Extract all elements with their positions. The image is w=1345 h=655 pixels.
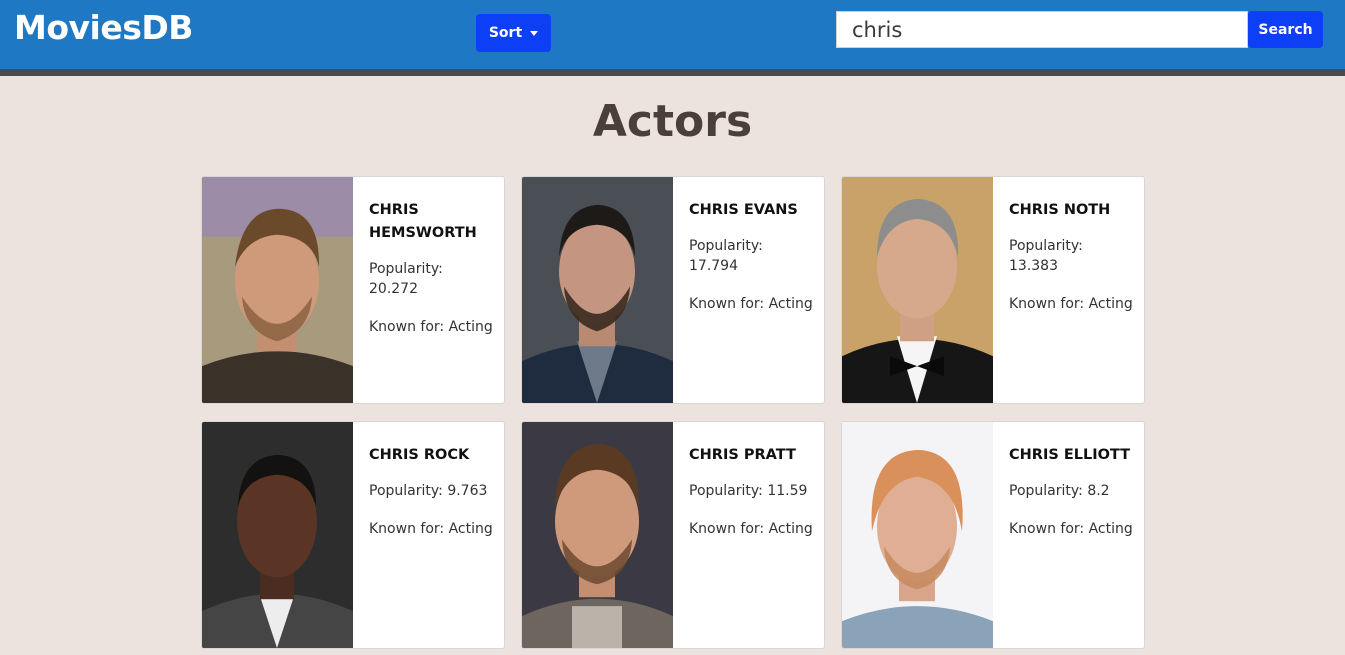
navbar: MoviesDB Sort Search bbox=[0, 0, 1345, 76]
actor-name: Chris Noth bbox=[1009, 202, 1111, 218]
actor-popularity: Popularity: 11.59 bbox=[689, 483, 808, 499]
actor-photo bbox=[202, 177, 353, 403]
sort-button-label: Sort bbox=[488, 25, 523, 41]
actor-popularity: Popularity: 13.383 bbox=[1009, 238, 1083, 274]
actor-photo bbox=[842, 177, 993, 403]
actors-grid: Chris Hemsworth Popularity: 20.272 Known… bbox=[201, 176, 1145, 649]
actor-info: Chris Pratt Popularity: 11.59 Known for:… bbox=[673, 422, 823, 648]
actor-card[interactable]: Chris Noth Popularity: 13.383 Known for:… bbox=[841, 176, 1145, 404]
actor-info: Chris Hemsworth Popularity: 20.272 Known… bbox=[353, 177, 504, 403]
actor-card[interactable]: Chris Pratt Popularity: 11.59 Known for:… bbox=[521, 421, 825, 649]
actor-card[interactable]: Chris Rock Popularity: 9.763 Known for: … bbox=[201, 421, 505, 649]
actor-popularity: Popularity: 8.2 bbox=[1009, 483, 1110, 499]
actor-card[interactable]: Chris Hemsworth Popularity: 20.272 Known… bbox=[201, 176, 505, 404]
caret-down-icon bbox=[530, 30, 539, 36]
actor-info: Chris Rock Popularity: 9.763 Known for: … bbox=[353, 422, 503, 648]
actor-card[interactable]: Chris Evans Popularity: 17.794 Known for… bbox=[521, 176, 825, 404]
actor-known-for: Known for: Acting bbox=[689, 521, 813, 537]
actor-photo bbox=[522, 422, 673, 648]
actor-popularity: Popularity: 17.794 bbox=[689, 238, 763, 274]
sort-dropdown-button[interactable]: Sort bbox=[476, 14, 551, 52]
actor-known-for: Known for: Acting bbox=[1009, 296, 1133, 312]
actor-info: Chris Evans Popularity: 17.794 Known for… bbox=[673, 177, 824, 403]
brand-logo[interactable]: MoviesDB bbox=[14, 8, 193, 47]
actor-known-for: Known for: Acting bbox=[689, 296, 813, 312]
actor-name: Chris Elliott bbox=[1009, 447, 1131, 463]
main-content: Actors Chris Hemsworth Popularity: 20.27… bbox=[0, 96, 1345, 649]
actor-photo bbox=[202, 422, 353, 648]
actor-known-for: Known for: Acting bbox=[1009, 521, 1133, 537]
search-button[interactable]: Search bbox=[1248, 11, 1323, 48]
actor-popularity: Popularity: 20.272 bbox=[369, 261, 443, 297]
actor-name: Chris Pratt bbox=[689, 447, 796, 463]
page-title: Actors bbox=[592, 96, 753, 147]
actor-popularity: Popularity: 9.763 bbox=[369, 483, 488, 499]
actor-name: Chris Rock bbox=[369, 447, 470, 463]
actor-info: Chris Elliott Popularity: 8.2 Known for:… bbox=[993, 422, 1143, 648]
actor-info: Chris Noth Popularity: 13.383 Known for:… bbox=[993, 177, 1144, 403]
actor-name: Chris Evans bbox=[689, 202, 798, 218]
actor-known-for: Known for: Acting bbox=[369, 319, 493, 335]
actor-name: Chris Hemsworth bbox=[369, 202, 477, 241]
search-input[interactable] bbox=[836, 11, 1248, 48]
actor-photo bbox=[522, 177, 673, 403]
actor-photo bbox=[842, 422, 993, 648]
actor-card[interactable]: Chris Elliott Popularity: 8.2 Known for:… bbox=[841, 421, 1145, 649]
actor-known-for: Known for: Acting bbox=[369, 521, 493, 537]
